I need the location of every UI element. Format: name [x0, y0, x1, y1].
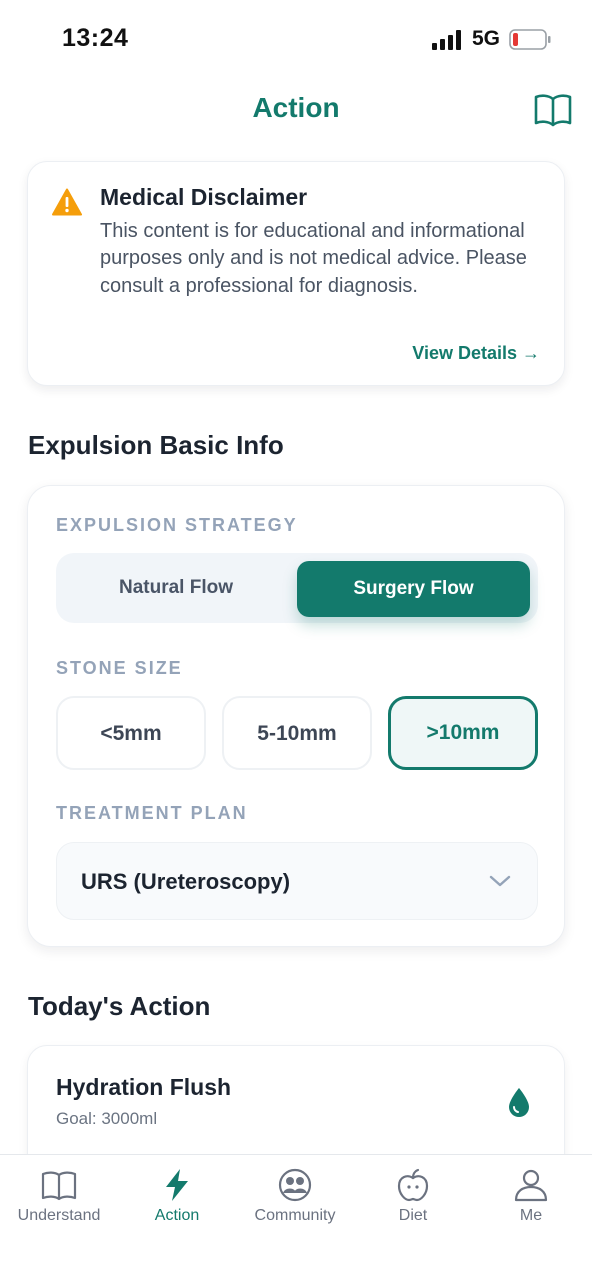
nav-me[interactable]: Me	[472, 1155, 590, 1255]
basic-info-heading: Expulsion Basic Info	[28, 430, 284, 460]
treatment-plan-label: TREATMENT PLAN	[56, 803, 248, 823]
book-icon	[41, 1171, 77, 1201]
stone-size-medium-button[interactable]: 5-10mm	[222, 696, 372, 770]
treatment-plan-value: URS (Ureteroscopy)	[81, 869, 291, 894]
nav-action[interactable]: Action	[118, 1155, 236, 1255]
nav-community[interactable]: Community	[236, 1155, 354, 1255]
stone-size-label: STONE SIZE	[56, 658, 183, 678]
disclaimer-text: This content is for educational and info…	[100, 220, 527, 297]
surgery-flow-option[interactable]: Surgery Flow	[297, 561, 530, 617]
nav-label-community: Community	[254, 1207, 336, 1224]
treatment-plan-select[interactable]: URS (Ureteroscopy)	[56, 842, 538, 920]
disclaimer-title: Medical Disclaimer	[100, 184, 308, 210]
nav-label-diet: Diet	[398, 1207, 428, 1224]
status-time: 13:24	[62, 24, 129, 52]
bottom-navigation: Understand Action Community Diet Me	[0, 1154, 592, 1280]
stone-size-small-button[interactable]: <5mm	[56, 696, 206, 770]
page-title: Action	[252, 92, 340, 123]
person-icon	[514, 1169, 548, 1202]
chevron-down-icon	[489, 875, 511, 887]
battery-icon	[509, 29, 551, 50]
signal-icon	[432, 30, 461, 50]
book-open-icon[interactable]	[533, 92, 573, 128]
nav-understand[interactable]: Understand	[0, 1155, 118, 1255]
view-details-link[interactable]: View Details →	[412, 343, 540, 364]
network-type: 5G	[472, 27, 501, 50]
nav-label-me: Me	[519, 1207, 543, 1224]
strategy-label: EXPULSION STRATEGY	[56, 515, 298, 535]
lightning-icon	[166, 1169, 188, 1201]
action-card-goal: Goal: 3000ml	[56, 1109, 158, 1128]
natural-flow-option[interactable]: Natural Flow	[56, 553, 296, 623]
people-icon	[278, 1168, 312, 1202]
warning-triangle-icon	[52, 188, 82, 216]
stone-size-large-button[interactable]: >10mm	[388, 696, 538, 770]
nav-label-action: Action	[154, 1207, 200, 1224]
basic-info-card: EXPULSION STRATEGY Natural Flow Surgery …	[27, 485, 565, 947]
apple-icon	[397, 1168, 429, 1202]
medical-disclaimer-card: Medical Disclaimer This content is for e…	[27, 161, 565, 386]
action-card-title: Hydration Flush	[56, 1074, 232, 1100]
nav-label-understand: Understand	[17, 1207, 101, 1224]
nav-diet[interactable]: Diet	[354, 1155, 472, 1255]
water-drop-icon	[509, 1088, 529, 1117]
status-bar: 13:24 5G	[0, 0, 592, 80]
strategy-segmented-control: Natural Flow Surgery Flow	[56, 553, 538, 623]
todays-action-heading: Today's Action	[28, 991, 211, 1021]
